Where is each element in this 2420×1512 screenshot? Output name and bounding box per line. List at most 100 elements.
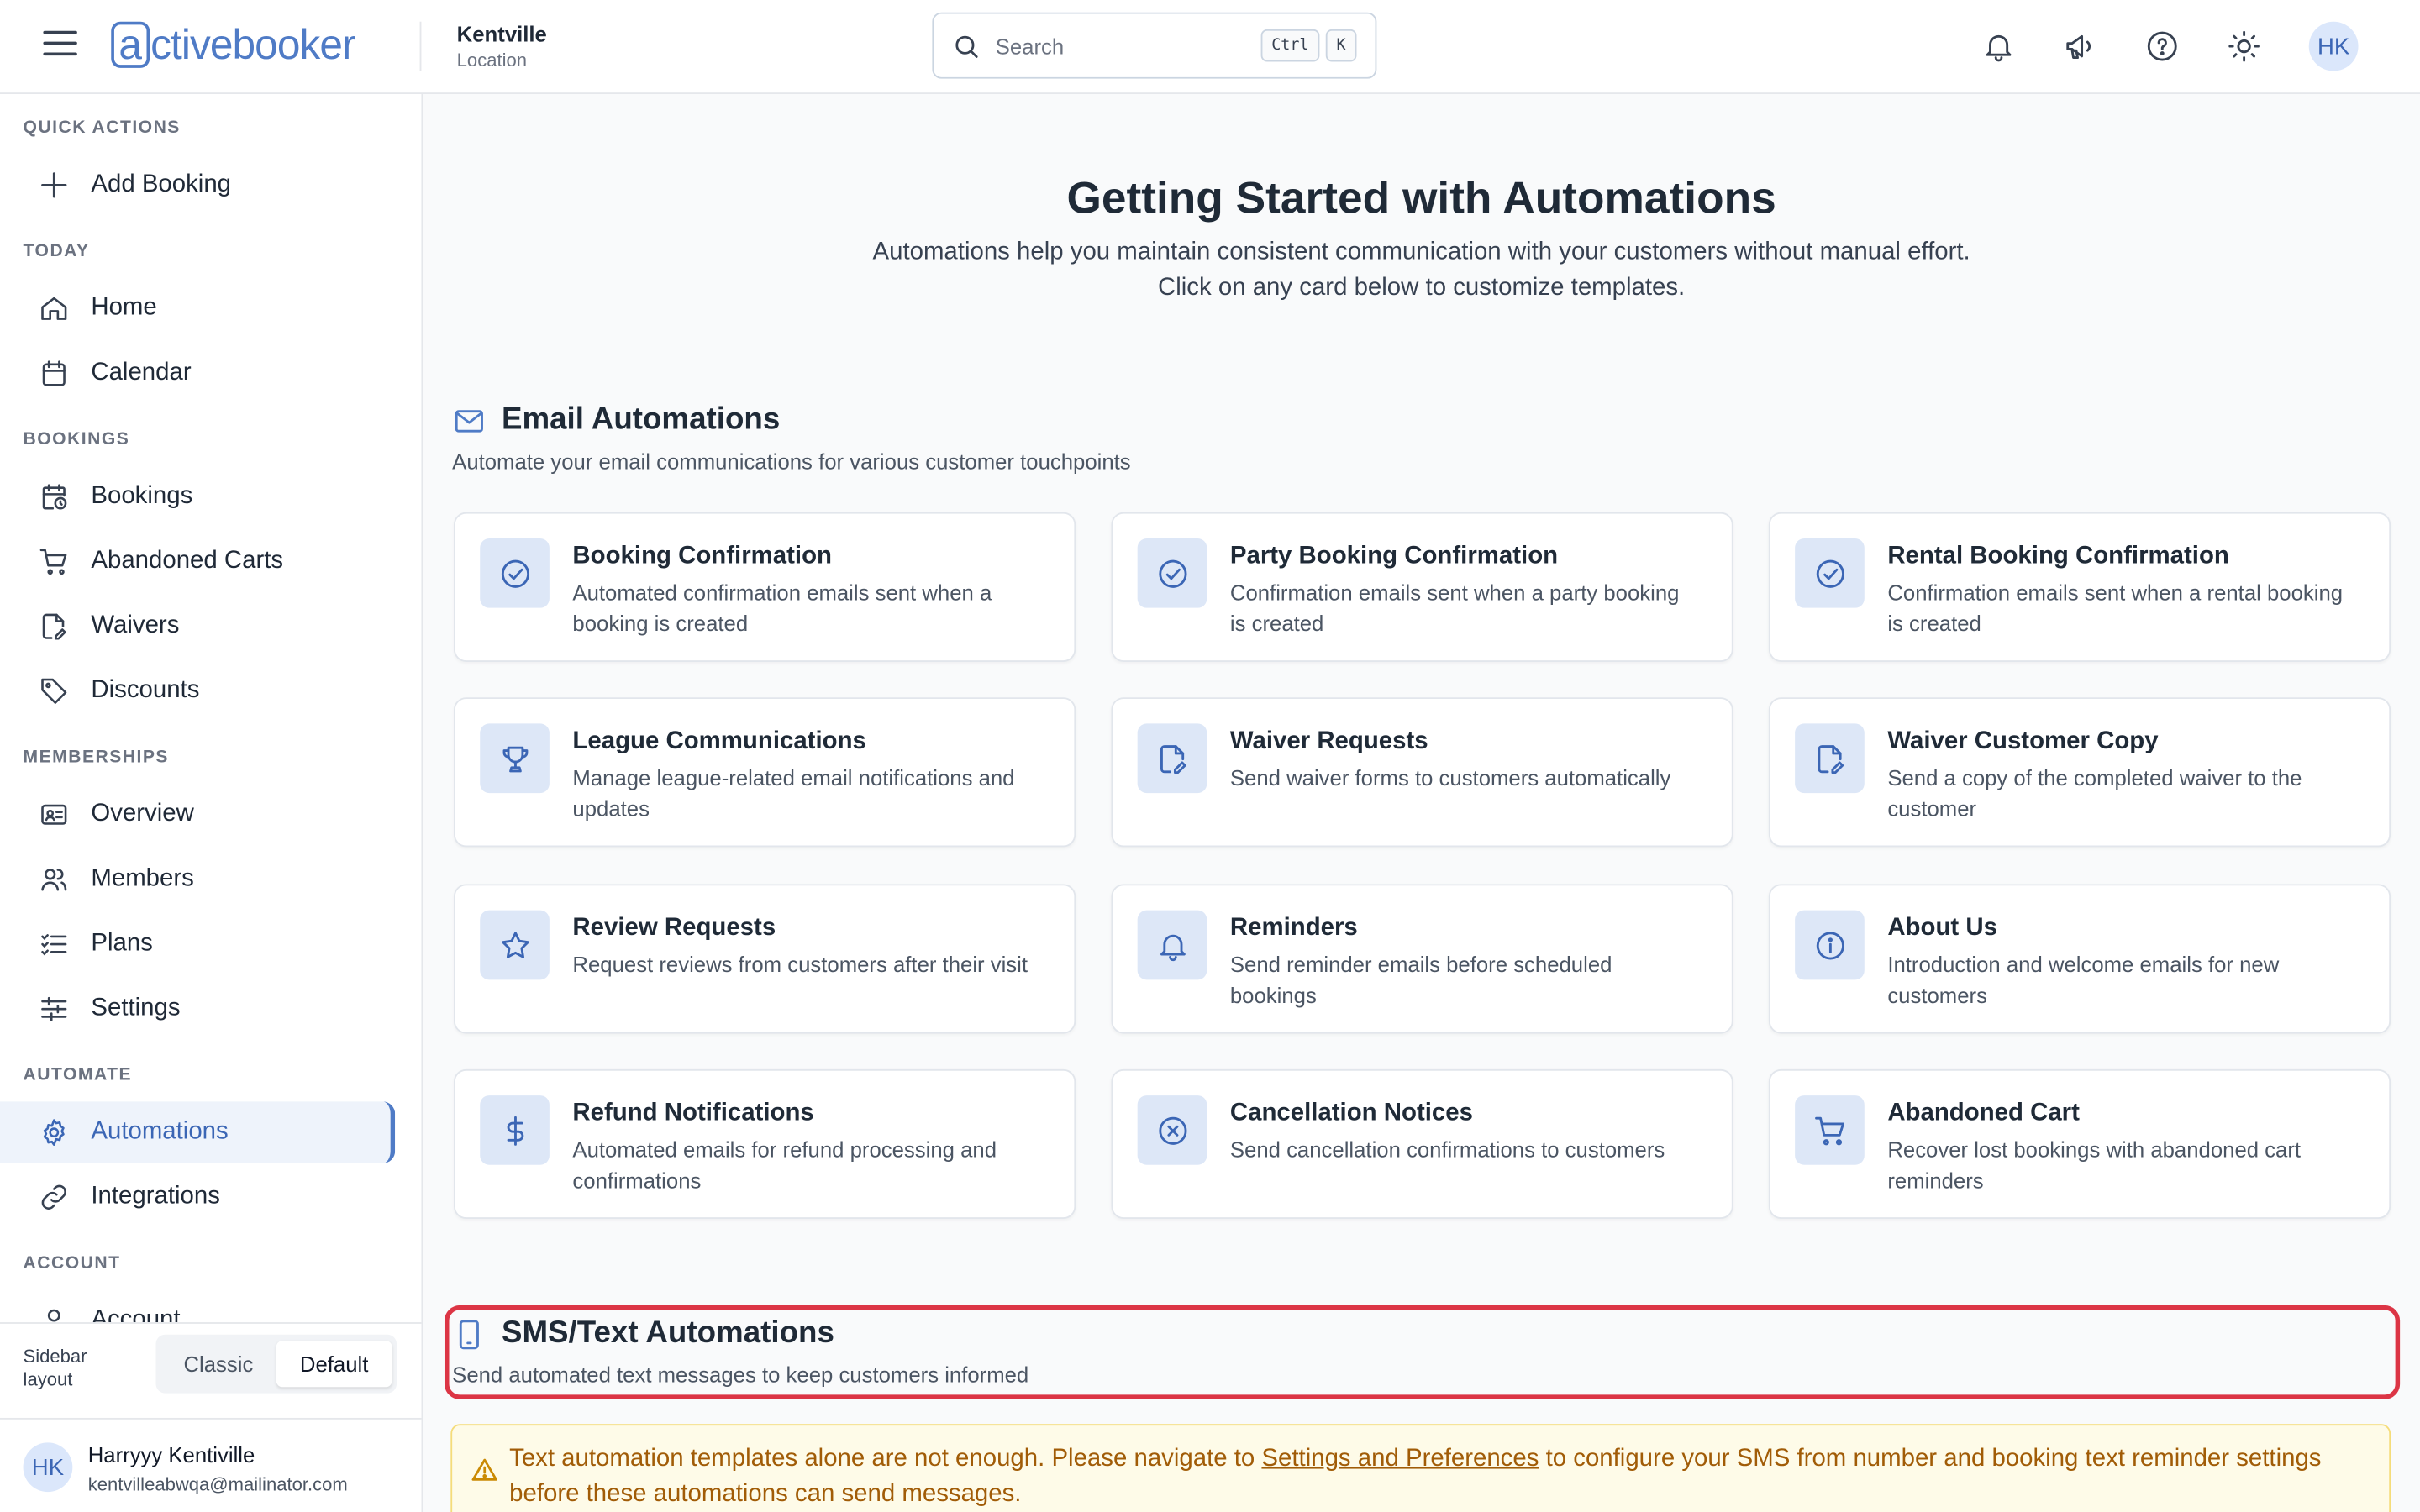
automation-card[interactable]: Booking Confirmation Automated confirmati…: [454, 512, 1076, 662]
calendar-clock-icon: [42, 484, 67, 510]
sidebar-item-automations[interactable]: Automations: [0, 1101, 396, 1163]
bell-icon[interactable]: [1981, 29, 2015, 63]
sidebar-item-integrations[interactable]: Integrations: [0, 1167, 395, 1228]
sidebar-item-discounts[interactable]: Discounts: [0, 660, 395, 722]
sidebar-item-plans[interactable]: Plans: [0, 913, 395, 974]
sidebar: QUICK ACTIONS Add Booking TODAY Home Cal…: [0, 94, 424, 1512]
sidebar-item-abandoned-carts[interactable]: Abandoned Carts: [0, 531, 395, 592]
link-icon: [41, 1184, 66, 1210]
automation-card[interactable]: Party Booking Confirmation Confirmation e…: [1111, 512, 1733, 662]
sidebar-item-members[interactable]: Members: [0, 848, 395, 910]
user-profile[interactable]: HK Harryyy Kentiville kentvilleabwqa@mai…: [0, 1417, 422, 1512]
tag-icon: [41, 678, 67, 704]
sidebar-item-label: Overview: [91, 801, 194, 827]
settings-preferences-link[interactable]: Settings and Preferences: [1261, 1446, 1539, 1472]
sidebar-item-calendar[interactable]: Calendar: [0, 343, 395, 404]
warning-text: Text automation templates alone are not …: [509, 1441, 2361, 1512]
card-description: Send reminder emails before scheduled bo…: [1229, 952, 1612, 1007]
automation-card[interactable]: Refund Notifications Automated emails for…: [454, 1068, 1076, 1220]
sms-warning-alert: Text automation templates alone are not …: [450, 1424, 2391, 1512]
card-title: Abandoned Cart: [1887, 1100, 2080, 1126]
card-title: About Us: [1887, 915, 1997, 942]
card-icon-badge: [1795, 910, 1865, 980]
sidebar-item-label: Members: [91, 865, 194, 892]
sidebar-item-waivers[interactable]: Waivers: [0, 596, 395, 657]
card-description: Automated emails for refund processing a…: [572, 1137, 997, 1192]
card-description: Confirmation emails sent when a party bo…: [1229, 580, 1680, 635]
sidebar-item-overview[interactable]: Overview: [0, 784, 395, 845]
automation-card[interactable]: Waiver Customer Copy Send a copy of the c…: [1768, 697, 2391, 848]
automation-card[interactable]: Rental Booking Confirmation Confirmation …: [1768, 512, 2391, 662]
page-subtitle-line2: Click on any card below to customize tem…: [1158, 274, 1686, 302]
shortcut-key-ctrl: Ctrl: [1260, 29, 1320, 62]
sidebar-item-bookings[interactable]: Bookings: [0, 466, 395, 528]
sms-section-title: SMS/Text Automations: [501, 1315, 834, 1351]
card-title: Party Booking Confirmation: [1229, 543, 1559, 570]
automation-card[interactable]: Reminders Send reminder emails before sch…: [1111, 884, 1733, 1034]
sidebar-item-label: Waivers: [91, 612, 180, 639]
automation-card[interactable]: League Communications Manage league-relat…: [454, 697, 1076, 848]
megaphone-icon[interactable]: [2064, 29, 2097, 63]
activebooker-logo[interactable]: a ctivebooker: [111, 14, 356, 76]
sidebar-item-home[interactable]: Home: [0, 278, 395, 339]
sidebar-layout-toggle: Classic Default: [155, 1334, 397, 1394]
check-circle-icon: [500, 559, 529, 587]
automation-card[interactable]: Abandoned Cart Recover lost bookings with…: [1768, 1068, 2391, 1220]
trophy-icon: [502, 745, 528, 772]
card-description: Manage league-related email notification…: [572, 765, 1015, 821]
star-icon: [501, 931, 529, 958]
layout-classic-button[interactable]: Classic: [160, 1341, 276, 1387]
section-automate: AUTOMATE: [23, 1066, 133, 1085]
card-title: Waiver Customer Copy: [1887, 727, 2159, 755]
cart-icon: [39, 549, 67, 575]
card-description: Recover lost bookings with abandoned car…: [1887, 1137, 2302, 1192]
phone-icon: [459, 1319, 479, 1349]
info-icon: [1815, 931, 1844, 959]
sms-section-desc: Send automated text messages to keep cus…: [452, 1362, 1029, 1388]
section-bookings: BOOKINGS: [23, 430, 130, 449]
file-signature-icon: [1817, 744, 1844, 774]
sidebar-item-label: Bookings: [91, 482, 193, 510]
users-icon: [41, 869, 67, 891]
automation-card[interactable]: Review Requests Request reviews from cust…: [454, 884, 1076, 1034]
card-icon-badge: [1137, 1095, 1207, 1165]
menu-icon[interactable]: [43, 30, 77, 62]
x-circle-icon: [1158, 1116, 1186, 1144]
user-avatar[interactable]: HK: [2308, 21, 2359, 71]
cart-icon: [1814, 1116, 1844, 1145]
search-placeholder: Search: [995, 33, 1065, 58]
section-today: TODAY: [23, 242, 90, 261]
card-title: Reminders: [1229, 915, 1358, 942]
warning-text-before: Text automation templates alone are not …: [509, 1446, 1262, 1473]
calendar-icon: [42, 360, 66, 386]
avatar: HK: [23, 1442, 73, 1493]
automation-card[interactable]: Cancellation Notices Send cancellation co…: [1111, 1068, 1733, 1220]
location-name[interactable]: Kentville: [457, 22, 547, 46]
search-icon: [955, 34, 978, 57]
sun-icon[interactable]: [2227, 29, 2260, 63]
logo-mark: a: [111, 21, 150, 68]
card-icon-badge: [1795, 538, 1865, 608]
email-section-title: Email Automations: [501, 402, 781, 437]
sidebar-item-settings[interactable]: Settings: [0, 978, 395, 1039]
gear-icon: [43, 1119, 65, 1147]
check-circle-icon: [1158, 559, 1186, 587]
main-content: Getting Started with Automations Automat…: [423, 94, 2420, 1512]
search-bar[interactable]: Search Ctrl K: [932, 12, 1377, 79]
automation-card[interactable]: Waiver Requests Send waiver forms to cust…: [1111, 697, 1733, 848]
automation-card[interactable]: About Us Introduction and welcome emails …: [1768, 884, 2391, 1034]
sidebar-layout-label: Sidebar layout: [23, 1345, 87, 1390]
home-icon: [41, 297, 67, 320]
app-root: a ctivebooker Kentville Location Search C…: [0, 0, 2420, 1512]
layout-default-button[interactable]: Default: [276, 1341, 392, 1388]
card-icon-badge: [480, 538, 550, 608]
help-icon[interactable]: [2145, 29, 2179, 63]
sidebar-item-add-booking[interactable]: Add Booking: [0, 155, 395, 216]
sidebar-item-label: Settings: [91, 995, 181, 1021]
location-label: Location: [456, 49, 528, 71]
header-actions: HK: [1981, 21, 2359, 71]
sidebar-item-label: Discounts: [91, 677, 200, 704]
section-quick-actions: QUICK ACTIONS: [23, 118, 181, 138]
sliders-icon: [41, 996, 67, 1021]
dollar-icon: [506, 1115, 523, 1145]
